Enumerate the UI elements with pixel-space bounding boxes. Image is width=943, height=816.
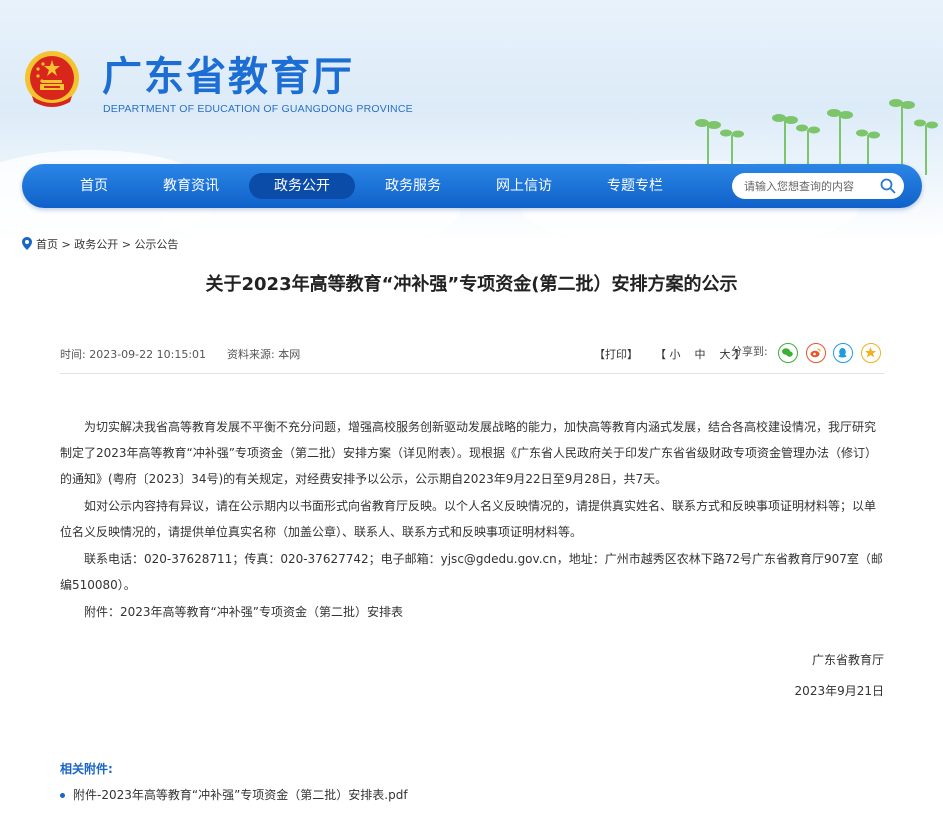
paragraph: 为切实解决我省高等教育发展不平衡不充分问题，增强高校服务创新驱动发展战略的能力，… (60, 420, 877, 486)
page-title: 关于2023年高等教育“冲补强”专项资金(第二批）安排方案的公示 (205, 274, 738, 295)
breadcrumb-announcements[interactable]: 公示公告 (134, 238, 178, 251)
attachments-heading: 相关附件: (60, 762, 113, 776)
qq-icon[interactable] (833, 343, 853, 363)
publish-time: 2023-09-22 10:15:01 (89, 348, 207, 361)
main-nav: 首页 教育资讯 政务公开 政务服务 网上信访 专题专栏 (22, 164, 922, 208)
source-label: 资料来源: (227, 348, 275, 361)
meta-divider (60, 373, 884, 374)
attachment-link[interactable]: 附件-2023年高等教育“冲补强”专项资金（第二批）安排表.pdf (60, 786, 408, 803)
nav-item-education-news[interactable]: 教育资讯 (153, 173, 229, 199)
wechat-icon[interactable] (778, 343, 798, 363)
location-pin-icon (22, 237, 32, 250)
breadcrumb-separator: > (58, 238, 75, 251)
signature-date: 2023年9月21日 (794, 684, 884, 698)
paragraph: 附件：2023年高等教育“冲补强”专项资金（第二批）安排表 (84, 605, 403, 619)
article-meta: 时间: 2023-09-22 10:15:01 资料来源: 本网 (60, 346, 300, 362)
weibo-icon[interactable] (806, 343, 826, 363)
font-medium-button[interactable]: 中 (695, 348, 706, 361)
attachment-link-label: 附件-2023年高等教育“冲补强”专项资金（第二批）安排表.pdf (73, 788, 408, 802)
article-body: 为切实解决我省高等教育发展不平衡不充分问题，增强高校服务创新驱动发展战略的能力，… (60, 414, 886, 626)
search-icon[interactable] (880, 178, 896, 194)
bullet-icon (60, 793, 65, 798)
nav-item-special-topics[interactable]: 专题专栏 (597, 173, 673, 199)
search-input[interactable] (744, 173, 879, 199)
breadcrumb: 首页 > 政务公开 > 公示公告 (22, 236, 178, 252)
qzone-icon[interactable] (861, 343, 881, 363)
nav-item-government-affairs[interactable]: 政务公开 (249, 173, 355, 199)
signature: 广东省教育厅 (811, 653, 884, 667)
time-label: 时间: (60, 348, 86, 361)
nav-item-online-petition[interactable]: 网上信访 (486, 173, 562, 199)
nav-item-government-services[interactable]: 政务服务 (375, 173, 451, 199)
site-subtitle: DEPARTMENT OF EDUCATION OF GUANGDONG PRO… (103, 103, 413, 115)
national-emblem-icon (25, 51, 79, 107)
font-large-button[interactable]: 大 (720, 348, 731, 361)
nav-item-home[interactable]: 首页 (66, 173, 122, 199)
font-size-open: 【 (655, 348, 666, 361)
search-box (732, 173, 904, 199)
breadcrumb-separator: > (118, 238, 135, 251)
paragraph: 如对公示内容持有异议，请在公示期内以书面形式向省教育厅反映。以个人名义反映情况的… (60, 499, 877, 539)
share-label: 分享到: (731, 345, 768, 358)
article-tools: 【打印】 【 小 中 大 】 (594, 346, 745, 362)
site-title: 广东省教育厅 (102, 54, 354, 100)
font-small-button[interactable]: 小 (670, 348, 681, 361)
source-value: 本网 (278, 348, 301, 361)
plants-decoration (695, 99, 938, 175)
breadcrumb-government-affairs[interactable]: 政务公开 (74, 238, 118, 251)
paragraph: 联系电话：020-37628711；传真：020-37627742；电子邮箱：y… (60, 552, 883, 592)
print-button[interactable]: 【打印】 (594, 348, 638, 361)
breadcrumb-home[interactable]: 首页 (36, 238, 58, 251)
